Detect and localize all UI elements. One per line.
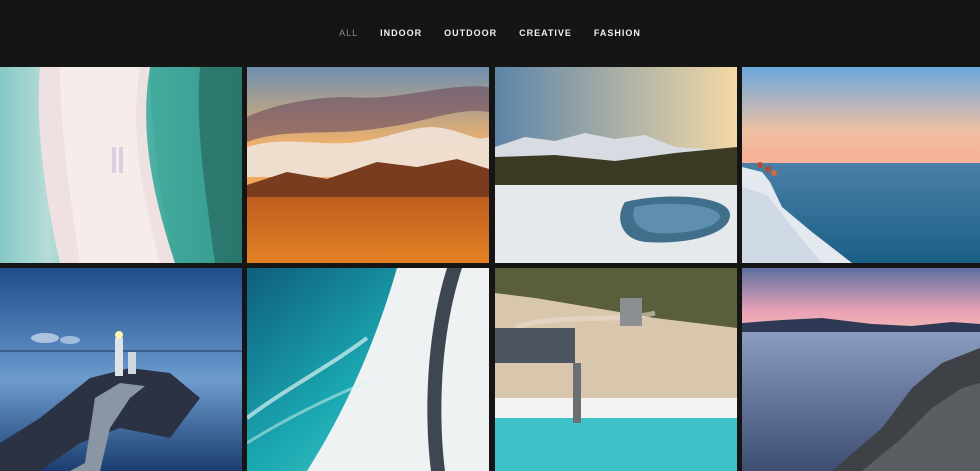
filter-indoor[interactable]: INDOOR (369, 28, 433, 38)
gallery-photo-aerial-coast[interactable] (495, 268, 737, 471)
filter-creative[interactable]: CREATIVE (508, 28, 583, 38)
gallery-photo-beach-road[interactable] (247, 268, 489, 471)
gallery-photo-white-cliff[interactable] (742, 67, 980, 263)
filter-fashion[interactable]: FASHION (583, 28, 652, 38)
top-navigation-bar: ALL INDOOR OUTDOOR CREATIVE FASHION (0, 0, 980, 67)
gallery-photo-rocky-shore[interactable] (742, 268, 980, 471)
photo-gallery-grid (0, 67, 980, 471)
gallery-photo-snowy-lake[interactable] (495, 67, 737, 263)
gallery-filter-menu: ALL INDOOR OUTDOOR CREATIVE FASHION (0, 28, 980, 38)
gallery-photo-sandbar[interactable] (0, 67, 242, 263)
gallery-photo-lighthouse[interactable] (0, 268, 242, 471)
gallery-photo-mountain-sunset[interactable] (247, 67, 489, 263)
filter-all[interactable]: ALL (328, 28, 369, 38)
filter-outdoor[interactable]: OUTDOOR (433, 28, 508, 38)
